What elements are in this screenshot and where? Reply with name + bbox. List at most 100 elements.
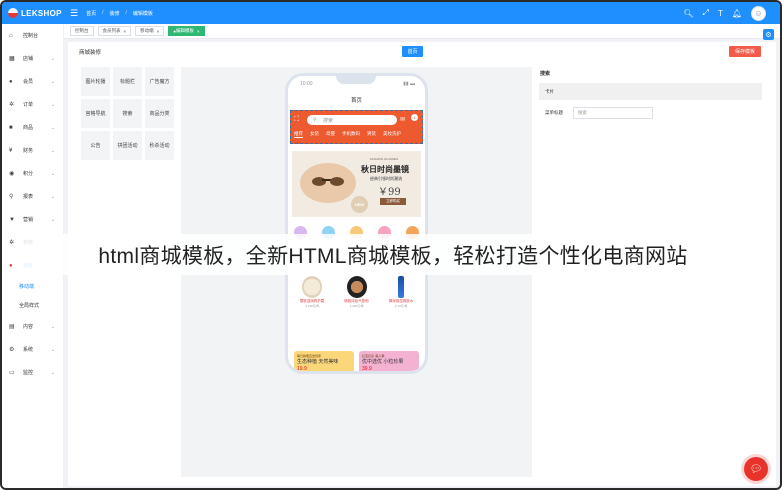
component-carousel[interactable]: 图片轮播 (81, 67, 110, 96)
chevron-down-icon: ⌄ (50, 369, 55, 376)
settings-gear-icon[interactable]: ⚙ (763, 29, 774, 40)
close-icon[interactable]: × (124, 29, 127, 34)
circle-icon: ◉ (9, 171, 15, 177)
menu-title-input[interactable]: 搜索 (573, 107, 653, 119)
message-badge: 4 (411, 114, 418, 121)
goods-item[interactable]: 弹润保湿爽肤水 ￥79元/件 (383, 276, 419, 308)
sidebar-item-shop[interactable]: ▦ 店铺 ⌄ (2, 47, 63, 70)
tab-member-list[interactable]: 会员列表 × (97, 26, 132, 36)
sidebar-subitem-mobile[interactable]: 移动端 (2, 277, 63, 296)
banner-subtitle: 经典引领时尚潮流 (370, 176, 402, 181)
sidebar-item-content[interactable]: ▤ 内容 ⌄ (2, 315, 63, 338)
cream-image (302, 276, 322, 298)
avatar[interactable]: ☺ (751, 5, 766, 21)
save-template-button[interactable]: 保存模板 (729, 46, 761, 57)
app-window: LEKSHOP ☰ 首页 / 装修 / 编辑模板 🔍︎ ⤢ T 🔔︎ ☺ ⌂ 控制… (0, 0, 782, 490)
sidebar-item-monitor[interactable]: ▭ 监控 ⌄ (2, 361, 63, 384)
banner-tagline: FASHION GLASSES (370, 157, 399, 161)
shirt-icon: ▼ (9, 216, 15, 223)
font-size-icon[interactable]: T (718, 9, 723, 18)
nav-item[interactable]: 手机数码 (342, 131, 360, 138)
menu-title-label: 菜单标题 (545, 110, 563, 115)
sidebar-item-order[interactable]: ✲ 订单 ⌄ (2, 93, 63, 116)
phone-page-title: 首页 (350, 98, 362, 104)
brush-icon: ● (9, 262, 13, 269)
phone-notch (336, 76, 376, 84)
message-icon: ✉ (400, 117, 406, 123)
signal-icon: ▮▮ ▬ (403, 81, 415, 87)
chevron-down-icon: ⌄ (50, 193, 55, 200)
component-notice[interactable]: 公告 (81, 131, 110, 160)
tab-dashboard[interactable]: 控制台 (70, 26, 94, 36)
component-group-buy[interactable]: 拼团活动 (113, 131, 142, 160)
search-icon: ⚲ (9, 194, 14, 200)
layers-icon: ▤ (9, 324, 15, 330)
menu-title-row: 菜单标题 搜索 (539, 107, 762, 119)
sidebar-item-marketing[interactable]: ▼ 营销 ⌄ (2, 208, 63, 231)
box-icon: ■ (9, 124, 13, 131)
promo-banner[interactable]: FASHION GLASSES NEW 秋日时尚墨镜 经典引领时尚潮流 ￥99 … (292, 151, 421, 217)
tab-edit-template[interactable]: ● 编辑模板 × (168, 26, 205, 36)
page-title: 商城装修 (79, 50, 102, 56)
tab-bar: 控制台 会员列表 × 移动端 × ● 编辑模板 × (64, 24, 780, 39)
logo-mark-icon (8, 8, 18, 18)
sidebar-item-points[interactable]: ◉ 积分 ⌄ (2, 162, 63, 185)
tab-mobile[interactable]: 移动端 × (135, 26, 165, 36)
gear-icon: ✲ (9, 102, 15, 108)
sidebar-item-member[interactable]: ● 会员 ⌄ (2, 70, 63, 93)
fullscreen-icon[interactable]: ⤢ (703, 8, 709, 18)
sidebar-item-finance[interactable]: ¥ 财务 ⌄ (2, 139, 63, 162)
nav-item[interactable]: 女装 (310, 131, 319, 138)
sidebar-item-system[interactable]: ⚙ 系统 ⌄ (2, 338, 63, 361)
top-bar: LEKSHOP ☰ 首页 / 装修 / 编辑模板 🔍︎ ⤢ T 🔔︎ ☺ (2, 2, 780, 24)
goods-item[interactable]: 雪肤滋润修护霜 ￥130元/件 (294, 276, 330, 308)
close-icon[interactable]: × (197, 29, 200, 34)
logo-text: LEKSHOP (21, 8, 62, 18)
phone-preview: 10:00 ▮▮ ▬ 首页 ⛶ ⚲ 搜索 ✉ 4 推荐 女装 母婴 手机数码 男… (285, 73, 428, 374)
gear-icon: ✲ (9, 240, 15, 246)
component-category[interactable]: 商品分类 (145, 99, 174, 128)
goods-list: 雪肤滋润修护霜 ￥130元/件 精致持妆气垫粉 ￥130元/件 弹润保湿爽肤水 … (294, 276, 419, 308)
component-ad-cube[interactable]: 广告魔方 (145, 67, 174, 96)
cushion-image (346, 276, 367, 298)
breadcrumb-item: 编辑模板 (132, 10, 153, 17)
chevron-down-icon: ⌄ (50, 170, 55, 177)
panel-tab-card[interactable]: 卡片 (539, 83, 762, 100)
nav-item[interactable]: 美妆洗护 (383, 131, 401, 138)
settings-icon: ⚙ (9, 347, 15, 353)
home-icon: ⌂ (9, 32, 13, 39)
sunglasses-image (300, 163, 356, 203)
sidebar-subitem-global-style[interactable]: 全局样式 (2, 296, 63, 315)
goods-item[interactable]: 精致持妆气垫粉 ￥130元/件 (339, 276, 375, 308)
bell-icon[interactable]: 🔔︎ (732, 9, 742, 18)
buy-now-button[interactable]: 立即购买 (380, 198, 406, 205)
home-button[interactable]: 首页 (402, 46, 423, 57)
component-flash-sale[interactable]: 秒杀活动 (145, 131, 174, 160)
nav-item[interactable]: 母婴 (326, 131, 335, 138)
monitor-icon: ▭ (9, 370, 15, 376)
close-icon[interactable]: × (157, 29, 160, 34)
phone-search-block[interactable]: ⛶ ⚲ 搜索 ✉ 4 推荐 女装 母婴 手机数码 男装 美妆洗护 (290, 110, 423, 144)
sidebar-item-dashboard[interactable]: ⌂ 控制台 (2, 24, 63, 47)
component-grid-nav[interactable]: 宫格导航 (81, 99, 110, 128)
component-search[interactable]: 搜索 (113, 99, 142, 128)
nav-item[interactable]: 推荐 (294, 131, 303, 138)
chat-bubble-icon[interactable]: 💬︎ (744, 457, 768, 481)
sidebar-item-report[interactable]: ⚲ 报表 ⌄ (2, 185, 63, 208)
phone-search-input[interactable]: ⚲ 搜索 (307, 115, 397, 125)
search-icon[interactable]: 🔍︎ (683, 9, 693, 18)
top-actions: 🔍︎ ⤢ T 🔔︎ ☺ (683, 5, 780, 21)
breadcrumb-item[interactable]: 装修 (109, 10, 119, 17)
logo[interactable]: LEKSHOP (2, 8, 64, 18)
status-time: 10:00 (300, 81, 313, 87)
promo-card[interactable]: 红宝石系 '美人果' 优中选优 小粒珍果 39.9 (359, 351, 419, 371)
nav-item[interactable]: 男装 (367, 131, 376, 138)
sidebar-item-goods[interactable]: ■ 商品 ⌄ (2, 116, 63, 139)
yen-icon: ¥ (9, 147, 13, 154)
promo-card[interactable]: 每日鲜果直送到家 生态种植 天然美味 19.9 (294, 351, 354, 371)
component-palette: 图片轮播 标题栏 广告魔方 宫格导航 搜索 商品分类 公告 拼团活动 秒杀活动 (81, 67, 176, 160)
component-title-bar[interactable]: 标题栏 (113, 67, 142, 96)
menu-toggle-icon[interactable]: ☰ (70, 8, 78, 19)
user-icon: ● (9, 78, 13, 85)
breadcrumb-item[interactable]: 首页 (86, 10, 96, 17)
